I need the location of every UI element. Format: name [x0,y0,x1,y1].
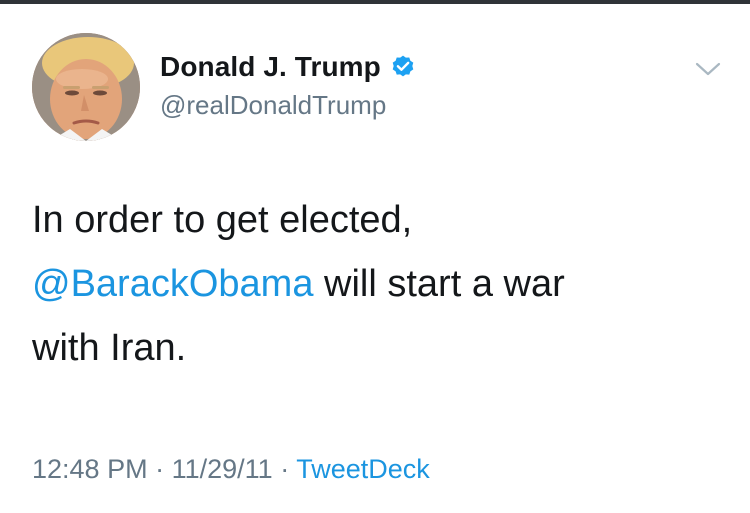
mention-link[interactable]: @BarackObama [32,263,313,305]
tweet-author[interactable]: Donald J. Trump @realDonaldTrump [160,48,416,121]
tweet-text: In order to get elected, @BarackObama wi… [32,188,722,380]
tweet-text-line-2: @BarackObama will start a war [32,252,722,316]
user-handle[interactable]: @realDonaldTrump [160,90,416,121]
chevron-down-icon[interactable] [694,60,722,78]
verified-badge-icon [390,54,416,80]
tweet-text-line-2-rest: will start a war [313,263,565,305]
tweet-text-line-3: with Iran. [32,327,187,369]
separator: · [155,454,165,484]
avatar-image [32,33,140,141]
separator: · [280,454,290,484]
tweet-text-line-1: In order to get elected, [32,199,413,241]
tweet-metadata: 12:48 PM · 11/29/11 · TweetDeck [32,454,430,485]
tweet-date[interactable]: 11/29/11 [172,454,273,484]
tweet-time[interactable]: 12:48 PM [32,454,148,484]
name-row: Donald J. Trump [160,48,416,86]
avatar[interactable] [32,33,140,141]
top-border [0,0,750,4]
display-name[interactable]: Donald J. Trump [160,51,381,83]
tweet-source-link[interactable]: TweetDeck [296,454,430,484]
